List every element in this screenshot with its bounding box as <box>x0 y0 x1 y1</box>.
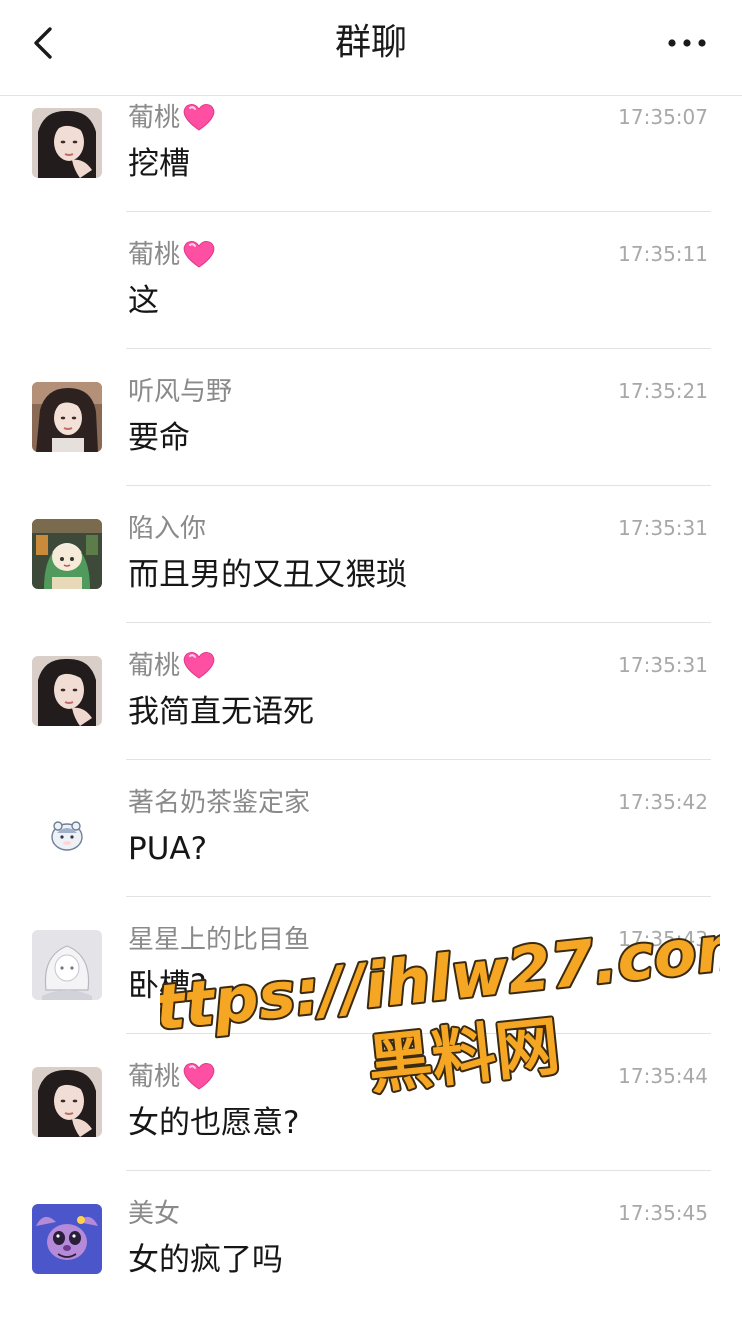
message-text[interactable]: 这 <box>128 281 159 321</box>
stitch-cartoon-avatar-icon <box>32 1204 102 1274</box>
avatar[interactable] <box>32 382 102 452</box>
sender-name: 陷入你 <box>128 514 207 544</box>
cartoon-girl-avatar-icon <box>32 519 102 589</box>
message-item[interactable]: 葡桃 17:35:11 这 <box>0 237 742 374</box>
timestamp: 17:35:42 <box>618 790 708 814</box>
sender-name: 星星上的比目鱼 <box>128 925 311 955</box>
sketch-girl-avatar-icon <box>32 930 102 1000</box>
sender-name: 葡桃 <box>128 650 216 682</box>
timestamp: 17:35:11 <box>618 242 708 266</box>
message-text[interactable]: 卧槽? <box>128 966 206 1006</box>
message-item[interactable]: 听风与野 17:35:21 要命 <box>0 374 742 511</box>
message-text[interactable]: 而且男的又丑又猥琐 <box>128 555 407 595</box>
avatar[interactable] <box>32 656 102 726</box>
divider <box>126 622 711 623</box>
divider <box>126 1170 711 1171</box>
timestamp: 17:35:31 <box>618 516 708 540</box>
message-item[interactable]: 美女 17:35:45 女的疯了吗 <box>0 1196 742 1333</box>
message-item[interactable]: 葡桃 17:35:31 我简直无语死 <box>0 648 742 785</box>
timestamp: 17:35:31 <box>618 653 708 677</box>
sender-name-text: 葡桃 <box>128 240 181 270</box>
woman-portrait-avatar-icon <box>32 1067 102 1137</box>
ellipsis-icon <box>668 39 706 47</box>
page-title: 群聊 <box>334 22 407 63</box>
sender-name-text: 葡桃 <box>128 651 181 681</box>
sender-name: 著名奶茶鉴定家 <box>128 788 311 818</box>
timestamp: 17:35:44 <box>618 1064 708 1088</box>
hamster-cartoon-avatar-icon <box>32 793 102 863</box>
message-item[interactable]: 葡桃 17:35:07 挖槽 <box>0 100 742 237</box>
heart-icon <box>183 1063 215 1090</box>
avatar[interactable] <box>32 1204 102 1274</box>
timestamp: 17:35:45 <box>618 1201 708 1225</box>
message-text[interactable]: 要命 <box>128 418 190 458</box>
timestamp: 17:35:07 <box>618 105 708 129</box>
sender-name: 葡桃 <box>128 102 216 134</box>
divider <box>126 896 711 897</box>
woman-portrait-avatar-icon <box>32 382 102 452</box>
heart-icon <box>183 241 215 268</box>
divider <box>126 211 711 212</box>
divider <box>126 485 711 486</box>
avatar[interactable] <box>32 108 102 178</box>
heart-icon <box>183 104 215 131</box>
sender-name-text: 葡桃 <box>128 103 181 133</box>
sender-name-text: 葡桃 <box>128 1062 181 1092</box>
avatar[interactable] <box>32 930 102 1000</box>
sender-name: 葡桃 <box>128 1061 216 1093</box>
divider <box>126 759 711 760</box>
message-text[interactable]: 挖槽 <box>128 144 190 184</box>
more-button[interactable] <box>664 26 712 60</box>
avatar[interactable] <box>32 793 102 863</box>
divider <box>126 348 711 349</box>
sender-name: 美女 <box>128 1199 181 1229</box>
divider <box>126 1033 711 1034</box>
avatar[interactable] <box>32 1067 102 1137</box>
sender-name: 葡桃 <box>128 239 216 271</box>
message-item[interactable]: 著名奶茶鉴定家 17:35:42 PUA? <box>0 785 742 922</box>
message-text[interactable]: 女的疯了吗 <box>128 1240 283 1280</box>
timestamp: 17:35:43 <box>618 927 708 951</box>
nav-bar: 群聊 <box>0 0 742 96</box>
message-item[interactable]: 葡桃 17:35:44 女的也愿意? <box>0 1059 742 1196</box>
woman-portrait-avatar-icon <box>32 108 102 178</box>
timestamp: 17:35:21 <box>618 379 708 403</box>
avatar[interactable] <box>32 519 102 589</box>
sender-name: 听风与野 <box>128 377 233 407</box>
woman-portrait-avatar-icon <box>32 656 102 726</box>
message-text[interactable]: PUA? <box>128 829 207 869</box>
message-item[interactable]: 陷入你 17:35:31 而且男的又丑又猥琐 <box>0 511 742 648</box>
message-text[interactable]: 我简直无语死 <box>128 692 314 732</box>
message-item[interactable]: 星星上的比目鱼 17:35:43 卧槽? <box>0 922 742 1059</box>
message-text[interactable]: 女的也愿意? <box>128 1103 299 1143</box>
heart-icon <box>183 652 215 679</box>
